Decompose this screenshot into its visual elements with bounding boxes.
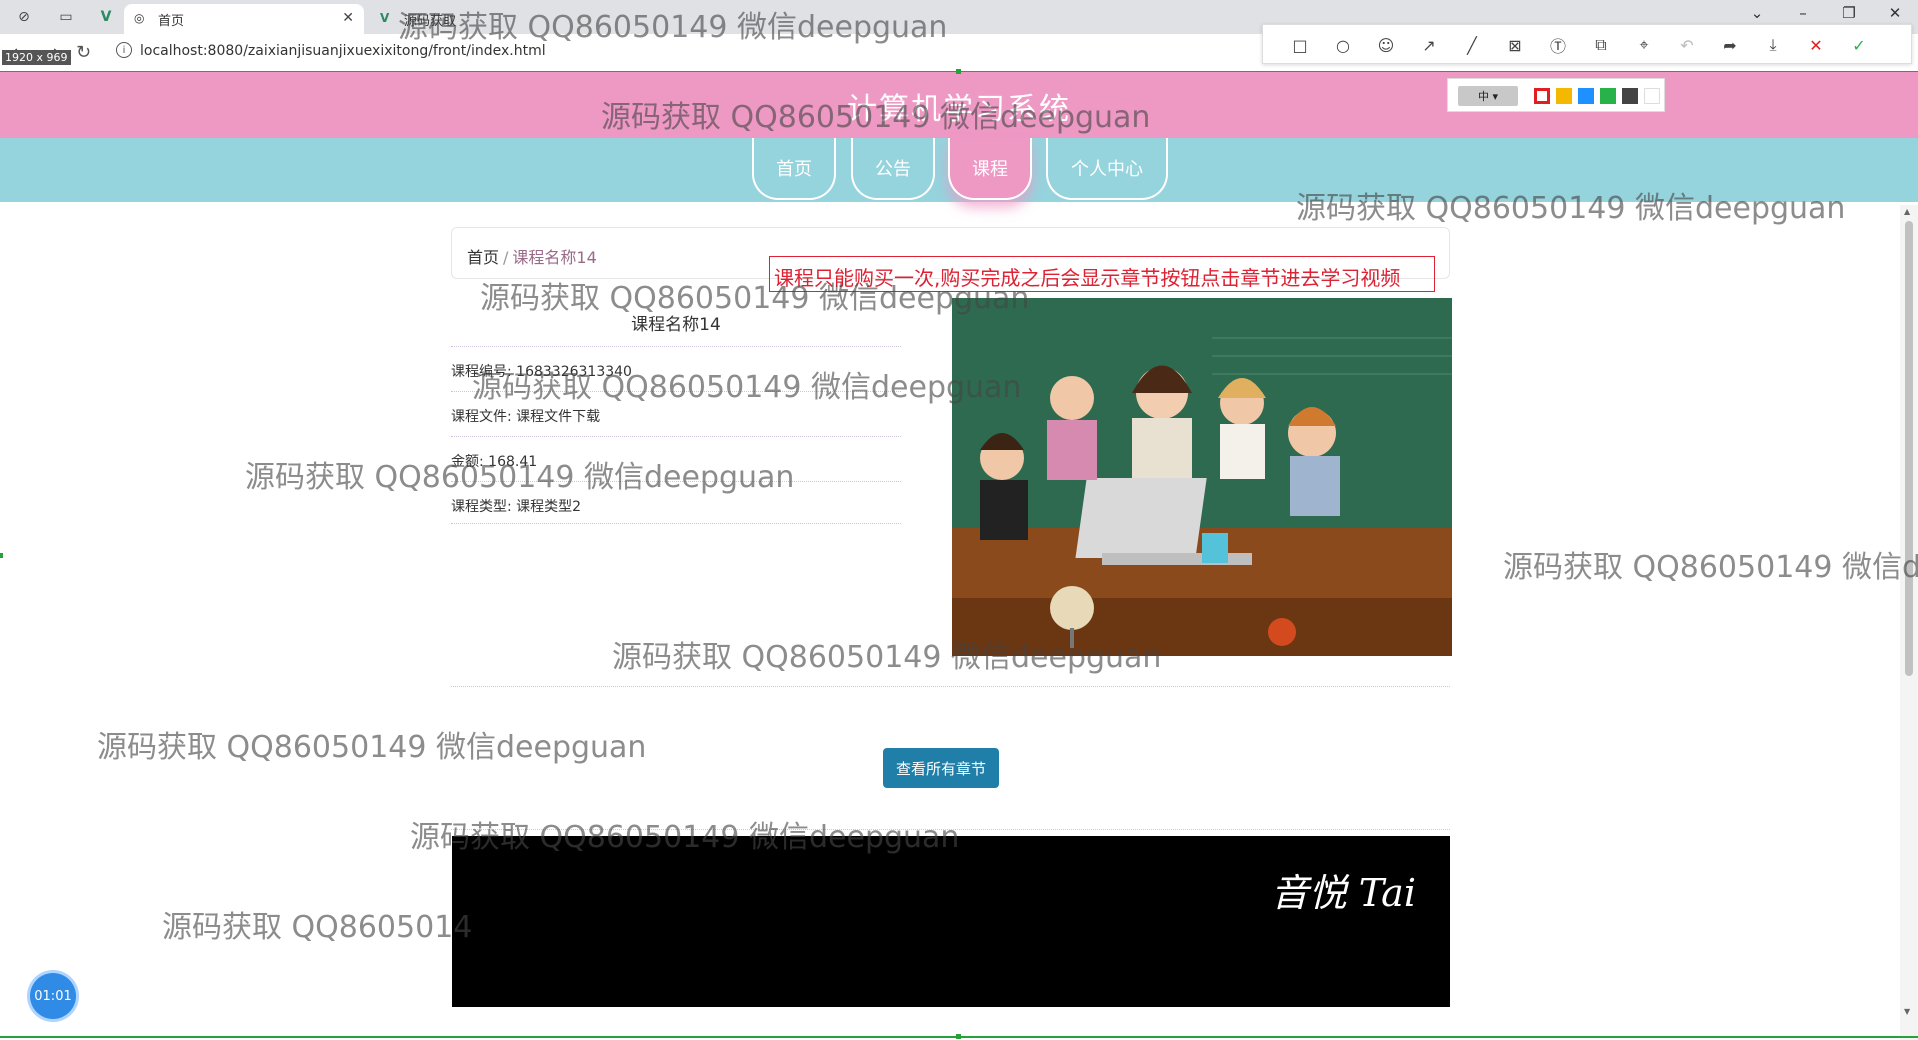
swatch-green[interactable] xyxy=(1600,88,1616,104)
size-select[interactable]: 中 ▾ xyxy=(1458,86,1518,106)
nav-course[interactable]: 课程 xyxy=(948,138,1032,200)
breadcrumb-home[interactable]: 首页 xyxy=(467,248,499,267)
tab-home[interactable]: ◎ 首页 ✕ xyxy=(124,4,364,34)
swatch-yellow[interactable] xyxy=(1556,88,1572,104)
info-icon[interactable]: i xyxy=(116,42,132,58)
breadcrumb-current: 课程名称14 xyxy=(512,248,597,267)
page-scrollbar[interactable]: ▲ ▼ xyxy=(1900,205,1918,1040)
selection-handle[interactable] xyxy=(956,1034,961,1039)
selection-handle[interactable] xyxy=(0,553,3,558)
reload-icon[interactable]: ↻ xyxy=(76,42,91,63)
circle-icon[interactable]: ○ xyxy=(1332,34,1354,56)
swatch-blue[interactable] xyxy=(1578,88,1594,104)
course-name: 课程名称14 xyxy=(631,315,721,335)
tab-source[interactable]: V 源码获取 xyxy=(370,4,570,34)
view-chapters-button[interactable]: 查看所有章节 xyxy=(883,748,999,788)
nav-profile[interactable]: 个人中心 xyxy=(1046,138,1168,200)
copy-icon[interactable]: ⧉ xyxy=(1590,34,1612,56)
globe-icon: ◎ xyxy=(134,11,145,25)
swatch-dark[interactable] xyxy=(1622,88,1638,104)
breadcrumb-separator: / xyxy=(503,248,509,267)
watermark: 源码获取 QQ8605014 xyxy=(162,910,473,945)
dimension-label: 1920 x 969 xyxy=(2,50,71,65)
emoji-icon[interactable]: ☺ xyxy=(1375,34,1397,56)
close-tab-icon[interactable]: ✕ xyxy=(342,10,354,26)
line-icon[interactable]: ╱ xyxy=(1461,34,1483,56)
watermark: 源码获取 QQ86050149 微信deepguan xyxy=(97,730,647,765)
vue-tab-icon[interactable]: V xyxy=(96,7,116,27)
size-label: 中 xyxy=(1477,90,1489,103)
recording-timer[interactable]: 01:01 xyxy=(30,973,76,1019)
swatch-white[interactable] xyxy=(1644,88,1660,104)
pin-icon[interactable]: ⌖ xyxy=(1633,34,1655,56)
text-icon[interactable]: Ⓣ xyxy=(1547,34,1569,56)
main-nav: 首页 公告 课程 个人中心 xyxy=(0,138,1918,202)
tab-label: 首页 xyxy=(158,13,185,29)
classroom-illustration xyxy=(952,298,1452,656)
scroll-thumb[interactable] xyxy=(1905,221,1913,676)
scroll-up-icon[interactable]: ▲ xyxy=(1904,207,1910,216)
course-image xyxy=(952,298,1452,656)
screenshot-toolbar: □ ○ ☺ ↗ ╱ ⊠ Ⓣ ⧉ ⌖ ↶ ➦ ⤓ ✕ ✓ xyxy=(1262,24,1912,64)
minimize-icon[interactable]: – xyxy=(1788,4,1818,22)
tab-group-icon[interactable]: ▭ xyxy=(56,7,76,27)
tab-search-icon[interactable]: ⊘ xyxy=(14,7,34,27)
screen: ⊘ ▭ V ◎ 首页 ✕ V 源码获取 ⌄ – ❐ ✕ ← → ↻ i loca… xyxy=(0,0,1918,1040)
restore-icon[interactable]: ❐ xyxy=(1834,4,1864,22)
notice-annotation: 课程只能购买一次,购买完成之后会显示章节按钮点击章节进去学习视频 xyxy=(769,256,1435,292)
rectangle-icon[interactable]: □ xyxy=(1289,34,1311,56)
video-player[interactable]: 音悦 Tai xyxy=(452,836,1450,1007)
course-file-link[interactable]: 课程文件: 课程文件下载 xyxy=(451,391,901,436)
section-divider xyxy=(451,686,1450,687)
nav-home[interactable]: 首页 xyxy=(752,138,836,200)
url-field[interactable]: localhost:8080/zaixianjisuanjixuexixiton… xyxy=(140,43,546,59)
download-icon[interactable]: ⤓ xyxy=(1762,34,1784,56)
nav-notice[interactable]: 公告 xyxy=(851,138,935,200)
window-close-icon[interactable]: ✕ xyxy=(1880,4,1910,22)
video-divider xyxy=(451,829,1450,830)
swatch-red[interactable] xyxy=(1534,88,1550,104)
arrow-icon[interactable]: ↗ xyxy=(1418,34,1440,56)
selection-handle[interactable] xyxy=(956,69,961,74)
scroll-down-icon[interactable]: ▼ xyxy=(1904,1007,1910,1016)
video-logo: 音悦 Tai xyxy=(1270,871,1416,915)
course-price: 金额: 168.41 xyxy=(451,436,901,481)
vue-icon: V xyxy=(380,11,390,25)
details-divider xyxy=(451,523,901,524)
close-icon[interactable]: ✕ xyxy=(1805,34,1827,56)
mosaic-icon[interactable]: ⊠ xyxy=(1504,34,1526,56)
course-type: 课程类型: 课程类型2 xyxy=(451,481,901,526)
course-number: 课程编号: 1683326313340 xyxy=(451,346,901,391)
undo-icon[interactable]: ↶ xyxy=(1676,34,1698,56)
watermark: 源码获取 QQ86050149 微信de xyxy=(1503,550,1918,585)
tab-label: 源码获取 xyxy=(404,13,457,29)
share-icon[interactable]: ➦ xyxy=(1719,34,1741,56)
tab-list-icon[interactable]: ⌄ xyxy=(1742,4,1772,22)
confirm-icon[interactable]: ✓ xyxy=(1848,34,1870,56)
color-palette: 中 ▾ xyxy=(1447,78,1665,112)
